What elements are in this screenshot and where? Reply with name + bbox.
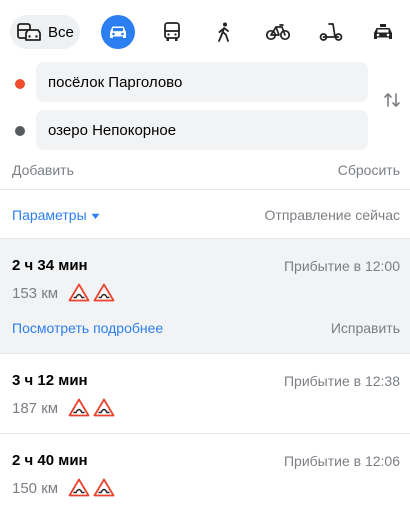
route-arrival: Прибытие в 12:06 [283,453,400,469]
route-distance: 153 км [12,285,59,302]
mode-taxi-button[interactable] [366,15,400,49]
route-duration: 2 ч 40 мин [12,452,88,469]
parameters-button[interactable]: Параметры [12,207,100,223]
road-bump-warning-icon [93,283,115,307]
destination-input[interactable]: озеро Непокорное [36,110,368,150]
route-arrival: Прибытие в 12:38 [283,373,400,389]
route-distance: 150 км [12,480,59,497]
swap-waypoints-button[interactable] [382,91,402,113]
departure-time-button[interactable]: Отправление сейчас [265,207,400,223]
car-and-bus-icon [16,21,42,43]
road-bump-warning-icon [68,398,90,422]
swap-arrows-icon [383,92,401,113]
report-error-button[interactable]: Исправить [331,320,400,336]
car-icon [108,24,128,40]
taxi-icon [372,23,394,41]
road-bump-warning-icon [93,478,115,502]
route-duration: 3 ч 12 мин [12,372,88,389]
divider [0,189,410,190]
route-item[interactable]: 3 ч 12 мин Прибытие в 12:38 187 км [0,354,410,433]
reset-route-button[interactable]: Сбросить [338,162,400,178]
scooter-icon [319,22,343,42]
road-bump-warning-icon [93,398,115,422]
pedestrian-icon [216,22,232,42]
mode-car-button[interactable] [101,15,135,49]
mode-walk-button[interactable] [207,15,241,49]
route-distance: 187 км [12,400,59,417]
origin-dot-icon [15,79,25,89]
add-waypoint-button[interactable]: Добавить [12,162,74,178]
route-details-link[interactable]: Посмотреть подробнее [12,320,163,336]
mode-bike-button[interactable] [261,15,295,49]
chevron-down-icon [91,207,100,223]
road-bump-warning-icon [68,283,90,307]
parameters-label: Параметры [12,207,87,223]
road-warnings [68,283,115,307]
mode-all-button[interactable]: Все [10,15,80,49]
bus-icon [163,22,181,42]
mode-bus-button[interactable] [155,15,189,49]
road-bump-warning-icon [68,478,90,502]
road-warnings [68,398,115,422]
destination-dot-icon [15,126,25,136]
route-duration: 2 ч 34 мин [12,257,88,274]
bicycle-icon [266,23,290,41]
mode-all-label: Все [48,23,74,41]
origin-input[interactable]: посёлок Парголово [36,62,368,102]
transport-mode-bar: Все [0,0,410,64]
route-item-selected[interactable]: 2 ч 34 мин Прибытие в 12:00 153 км Посмо… [0,239,410,353]
road-warnings [68,478,115,502]
route-arrival: Прибытие в 12:00 [283,258,400,274]
route-item[interactable]: 2 ч 40 мин Прибытие в 12:06 150 км [0,434,410,505]
mode-scooter-button[interactable] [314,15,348,49]
